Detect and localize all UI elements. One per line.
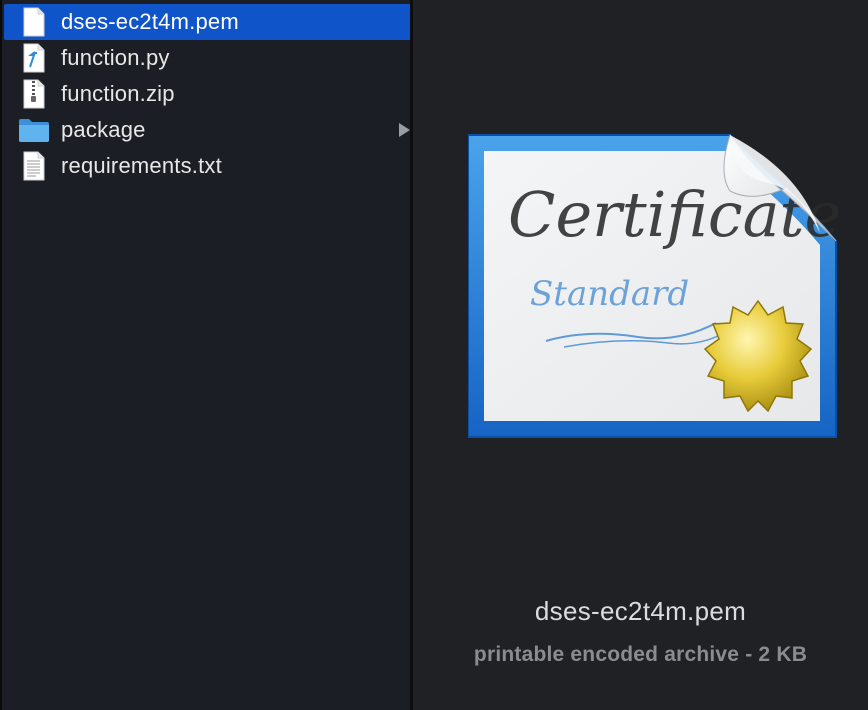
file-name: dses-ec2t4m.pem bbox=[61, 9, 239, 34]
python-file-icon bbox=[16, 40, 52, 76]
file-row-pem[interactable]: dses-ec2t4m.pem bbox=[4, 4, 412, 40]
file-name: function.zip bbox=[61, 81, 175, 106]
svg-text:Standard: Standard bbox=[530, 274, 689, 314]
file-name: function.py bbox=[61, 45, 170, 70]
file-list-column[interactable]: dses-ec2t4m.pem function.py function.zip… bbox=[0, 0, 412, 710]
text-file-icon bbox=[16, 148, 52, 184]
folder-icon bbox=[16, 112, 52, 148]
folder-row-package[interactable]: package bbox=[4, 112, 412, 148]
file-name: package bbox=[61, 117, 146, 142]
file-row-py[interactable]: function.py bbox=[4, 40, 412, 76]
document-icon bbox=[16, 4, 52, 40]
preview-file-info: printable encoded archive - 2 KB bbox=[473, 643, 808, 666]
preview-pane: Certificate Standard dses-ec2t4m.pem pri… bbox=[413, 0, 868, 710]
file-row-txt[interactable]: requirements.txt bbox=[4, 148, 412, 184]
finder-window: dses-ec2t4m.pem function.py function.zip… bbox=[0, 0, 868, 710]
file-name: requirements.txt bbox=[61, 153, 222, 178]
chevron-right-icon[interactable] bbox=[399, 123, 410, 137]
certificate-icon: Certificate Standard bbox=[467, 133, 841, 439]
preview-file-name: dses-ec2t4m.pem bbox=[534, 596, 747, 626]
zip-file-icon bbox=[16, 76, 52, 112]
file-row-zip[interactable]: function.zip bbox=[4, 76, 412, 112]
